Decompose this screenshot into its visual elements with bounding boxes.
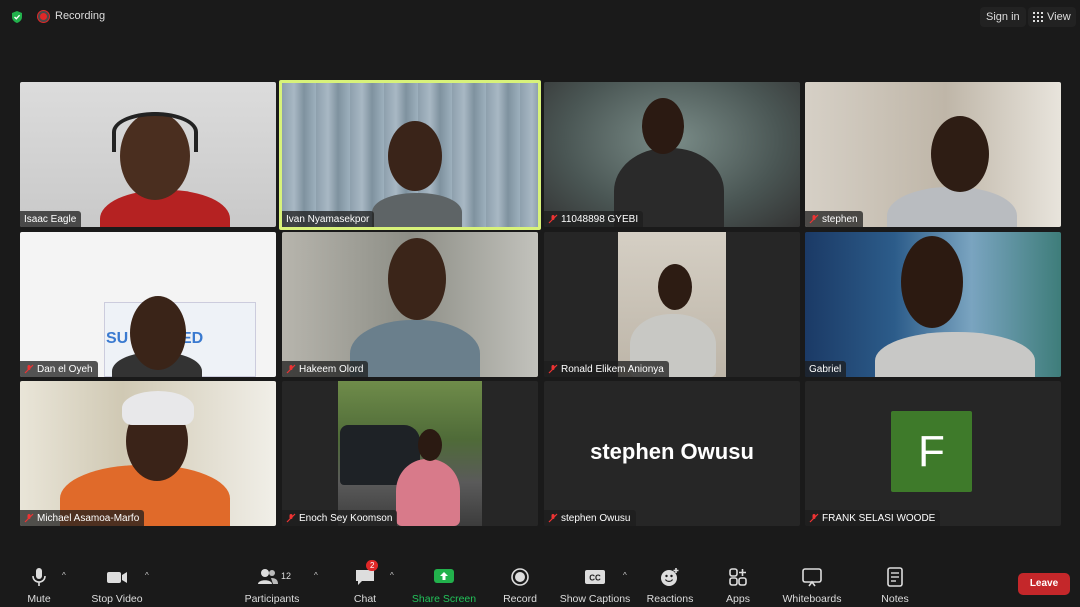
participants-count: 12 — [281, 571, 292, 581]
mic-muted-icon — [24, 513, 34, 523]
view-label: View — [1047, 11, 1071, 23]
participant-name-tag: Ronald Elikem Anionya — [544, 361, 669, 377]
participant-name-tag: Enoch Sey Koomson — [282, 510, 398, 526]
video-tile-isaac-eagle[interactable]: Isaac Eagle — [20, 82, 276, 227]
participant-name-tag: Gabriel — [805, 361, 847, 377]
participant-name-tag: 11048898 GYEBI — [544, 211, 644, 227]
video-camera-icon — [107, 572, 127, 583]
smiley-reaction-icon — [661, 568, 679, 586]
svg-text:CC: CC — [589, 574, 601, 583]
participant-avatar: F — [891, 411, 972, 492]
captions-options-caret-icon[interactable]: ^ — [623, 571, 627, 580]
participant-name-tag: Hakeem Olord — [282, 361, 369, 377]
video-tile-stephen-owusu[interactable]: stephen Owusu stephen Owusu — [544, 381, 800, 526]
share-screen-icon — [434, 569, 454, 583]
mic-muted-icon — [24, 364, 34, 374]
video-options-caret-icon[interactable]: ^ — [145, 571, 149, 580]
participant-name-tag: Dan el Oyeh — [20, 361, 98, 377]
whiteboards-label: Whiteboards — [782, 593, 842, 605]
mic-muted-icon — [286, 364, 296, 374]
notes-label: Notes — [881, 593, 909, 605]
video-tile-stephen[interactable]: stephen — [805, 82, 1061, 227]
mute-options-caret-icon[interactable]: ^ — [62, 571, 66, 580]
whiteboard-icon — [802, 568, 822, 587]
microphone-icon — [32, 568, 46, 586]
whiteboards-button[interactable]: Whiteboards — [772, 566, 852, 605]
reactions-label: Reactions — [646, 593, 694, 605]
participants-icon — [258, 569, 278, 584]
video-tile-11048898-gyebi[interactable]: 11048898 GYEBI — [544, 82, 800, 227]
mute-label: Mute — [27, 593, 51, 605]
record-icon — [511, 568, 529, 586]
participants-button[interactable]: 12 Participants — [232, 566, 312, 605]
mic-muted-icon — [286, 513, 296, 523]
mic-muted-icon — [548, 214, 558, 224]
chat-unread-badge: 2 — [366, 560, 379, 571]
video-tile-michael-asamoa-marfo[interactable]: Michael Asamoa-Marfo — [20, 381, 276, 526]
video-tile-enoch-sey-koomson[interactable]: Enoch Sey Koomson — [282, 381, 538, 526]
recording-indicator[interactable]: Recording — [38, 10, 105, 22]
apps-icon — [729, 568, 747, 586]
participant-name-tag: stephen — [805, 211, 863, 227]
meeting-toolbar: Mute ^ Stop Video ^ 12 Participants ^ 2 … — [0, 558, 1080, 607]
chat-options-caret-icon[interactable]: ^ — [390, 571, 394, 580]
mic-muted-icon — [548, 364, 558, 374]
chat-label: Chat — [353, 593, 377, 605]
notes-icon — [887, 567, 903, 587]
top-bar: Recording Sign in View — [0, 0, 1080, 34]
video-tile-gabriel[interactable]: Gabriel — [805, 232, 1061, 377]
stop-video-label: Stop Video — [91, 593, 143, 605]
mic-muted-icon — [809, 513, 819, 523]
view-button[interactable]: View — [1028, 7, 1076, 27]
video-tile-frank-selasi-woode[interactable]: F FRANK SELASI WOODE — [805, 381, 1061, 526]
mic-muted-icon — [548, 513, 558, 523]
grid-view-icon — [1033, 12, 1043, 22]
record-label: Record — [503, 593, 537, 605]
video-tile-dan-el-oyeh[interactable]: SU ARGED Dan el Oyeh — [20, 232, 276, 377]
share-screen-button[interactable]: Share Screen — [404, 566, 484, 605]
mute-button[interactable]: Mute — [0, 566, 79, 605]
apps-label: Apps — [726, 593, 750, 605]
participant-name-tag: Ivan Nyamasekpor — [282, 211, 375, 227]
record-button[interactable]: Record — [480, 566, 560, 605]
notes-button[interactable]: Notes — [855, 566, 935, 605]
participant-name-tag: Michael Asamoa-Marfo — [20, 510, 145, 526]
apps-button[interactable]: Apps — [698, 566, 778, 605]
closed-captions-icon: CC — [585, 570, 605, 584]
security-shield-icon[interactable] — [10, 10, 24, 24]
participant-display-name: stephen Owusu — [590, 439, 754, 464]
sign-in-button[interactable]: Sign in — [980, 7, 1026, 27]
show-captions-label: Show Captions — [559, 593, 631, 605]
recording-dot-icon — [38, 10, 49, 22]
recording-label: Recording — [55, 10, 106, 22]
leave-meeting-button[interactable]: Leave — [1018, 573, 1070, 595]
video-tile-ivan-nyamasekpor[interactable]: Ivan Nyamasekpor — [279, 80, 541, 230]
video-tile-hakeem-olord[interactable]: Hakeem Olord — [282, 232, 538, 377]
participants-label: Participants — [244, 593, 300, 605]
mic-muted-icon — [809, 214, 819, 224]
share-screen-label: Share Screen — [411, 593, 477, 605]
video-tile-ronald-elikem-anionya[interactable]: Ronald Elikem Anionya — [544, 232, 800, 377]
participant-name-tag: FRANK SELASI WOODE — [805, 510, 941, 526]
participant-name-tag: stephen Owusu — [544, 510, 636, 526]
participant-name-tag: Isaac Eagle — [20, 211, 82, 227]
participants-options-caret-icon[interactable]: ^ — [314, 571, 318, 580]
